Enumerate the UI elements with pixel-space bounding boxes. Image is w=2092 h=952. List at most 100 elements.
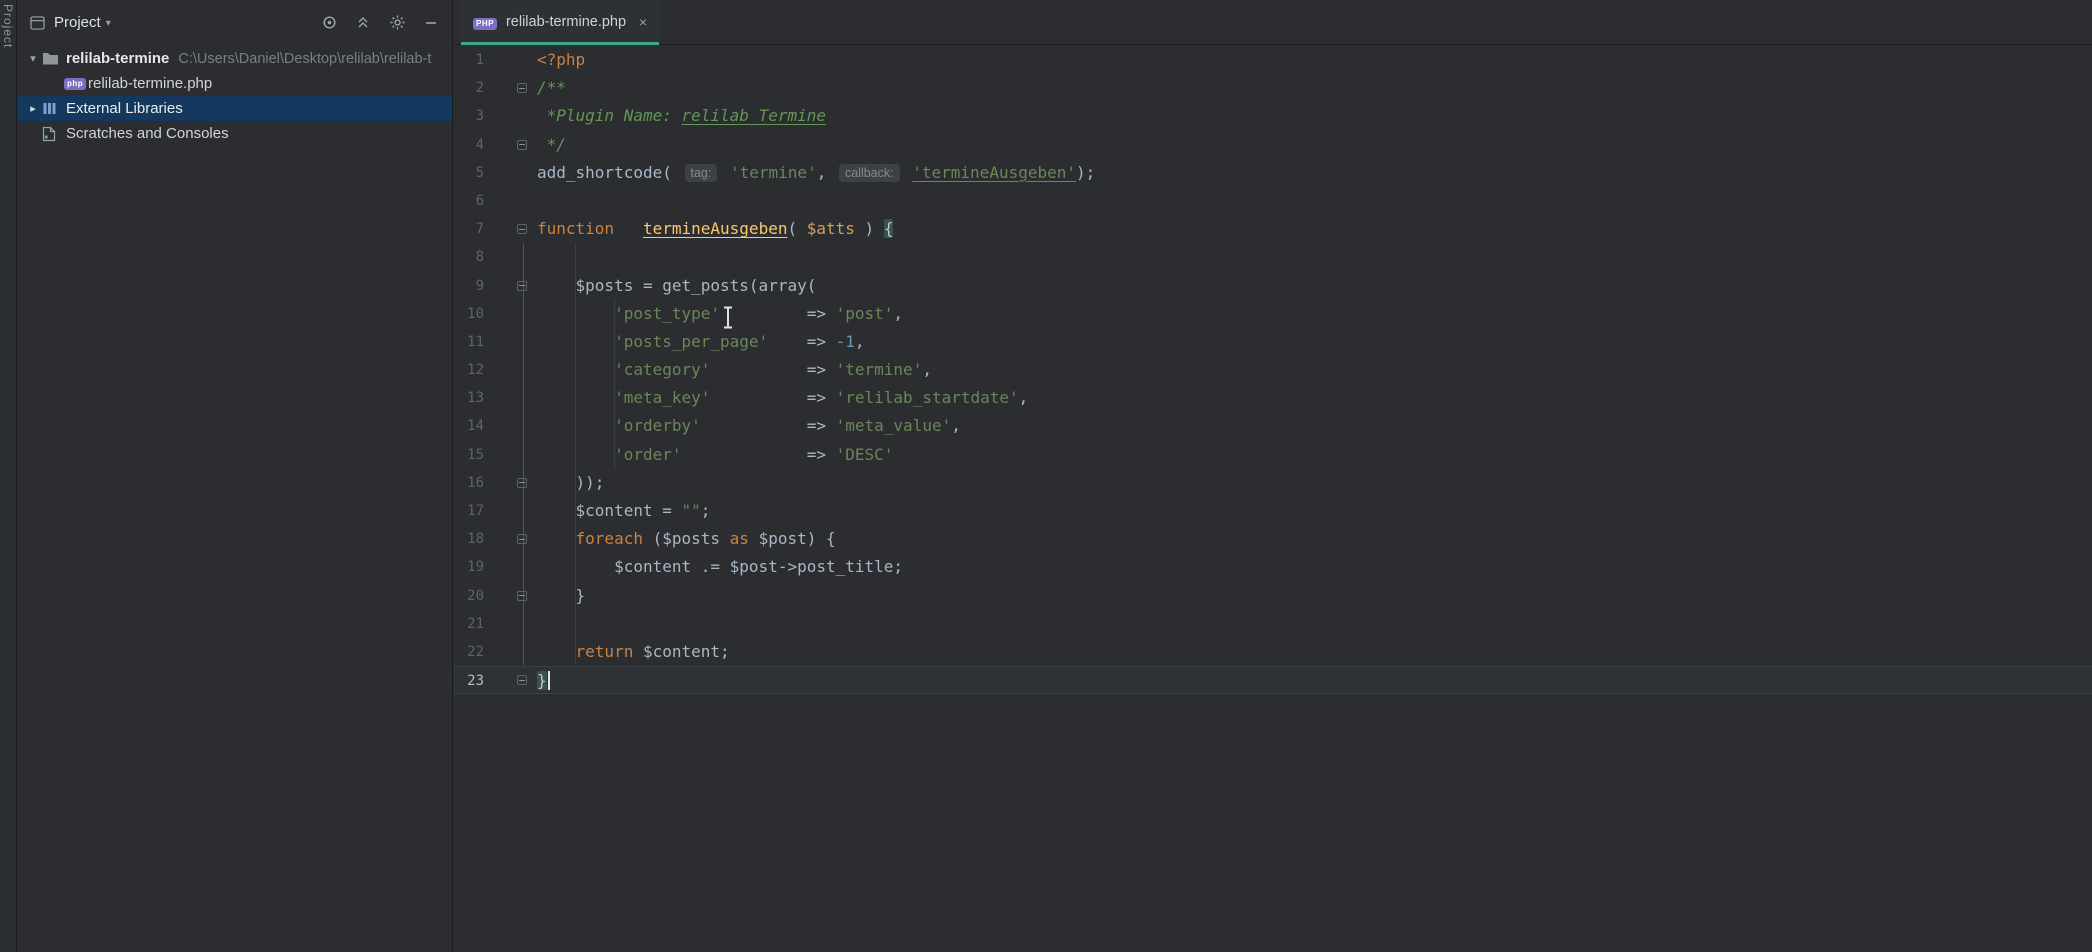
code-line[interactable]: 5add_shortcode( tag: 'termine', callback… xyxy=(454,159,2092,187)
fold-marker-icon[interactable] xyxy=(517,675,527,685)
editor-tab-bar: PHP relilab-termine.php × xyxy=(454,0,2092,45)
code-line[interactable]: 1<?php xyxy=(454,46,2092,74)
code-line[interactable]: 11 'posts_per_page' => -1, xyxy=(454,328,2092,356)
collapse-all-icon[interactable] xyxy=(354,14,372,32)
code-line[interactable]: 4 */ xyxy=(454,131,2092,159)
gutter[interactable] xyxy=(484,582,537,610)
line-number[interactable]: 12 xyxy=(454,356,484,384)
chevron-icon[interactable]: ▾ xyxy=(24,52,42,65)
line-number[interactable]: 13 xyxy=(454,384,484,412)
chevron-icon[interactable]: ▸ xyxy=(24,102,42,115)
gutter[interactable] xyxy=(484,102,537,130)
gutter[interactable] xyxy=(484,497,537,525)
code-line[interactable]: 19 $content .= $post->post_title; xyxy=(454,553,2092,581)
line-number[interactable]: 21 xyxy=(454,610,484,638)
code-line[interactable]: 13 'meta_key' => 'relilab_startdate', xyxy=(454,384,2092,412)
settings-gear-icon[interactable] xyxy=(388,14,406,32)
code-line[interactable]: 9 $posts = get_posts(array( xyxy=(454,272,2092,300)
gutter[interactable] xyxy=(484,553,537,581)
project-panel-header: Project ▾ xyxy=(18,0,452,45)
line-number[interactable]: 18 xyxy=(454,525,484,553)
line-number[interactable]: 1 xyxy=(454,46,484,74)
fold-marker-icon[interactable] xyxy=(517,534,527,544)
gutter[interactable] xyxy=(484,667,537,693)
code-line[interactable]: 15 'order' => 'DESC' xyxy=(454,441,2092,469)
library-icon xyxy=(42,101,64,116)
gutter[interactable] xyxy=(484,46,537,74)
code-line[interactable]: 8 xyxy=(454,243,2092,271)
gutter[interactable] xyxy=(484,74,537,102)
fold-marker-icon[interactable] xyxy=(517,591,527,601)
code-text: )); xyxy=(537,469,2092,497)
gutter[interactable] xyxy=(484,412,537,440)
gutter[interactable] xyxy=(484,272,537,300)
line-number[interactable]: 16 xyxy=(454,469,484,497)
code-line[interactable]: 10 'post_type' => 'post', xyxy=(454,300,2092,328)
code-area[interactable]: 1<?php2/**3 *Plugin Name: relilab Termin… xyxy=(454,45,2092,694)
code-line[interactable]: 6 xyxy=(454,187,2092,215)
code-text: $content .= $post->post_title; xyxy=(537,553,2092,581)
line-number[interactable]: 2 xyxy=(454,74,484,102)
gutter[interactable] xyxy=(484,300,537,328)
gutter[interactable] xyxy=(484,215,537,243)
code-line[interactable]: 18 foreach ($posts as $post) { xyxy=(454,525,2092,553)
code-line[interactable]: 20 } xyxy=(454,582,2092,610)
gutter[interactable] xyxy=(484,525,537,553)
code-line[interactable]: 22 return $content; xyxy=(454,638,2092,666)
locate-file-icon[interactable] xyxy=(320,14,338,32)
line-number[interactable]: 20 xyxy=(454,582,484,610)
gutter[interactable] xyxy=(484,328,537,356)
code-line[interactable]: 23} xyxy=(454,666,2092,694)
fold-marker-icon[interactable] xyxy=(517,281,527,291)
code-line[interactable]: 16 )); xyxy=(454,469,2092,497)
project-panel-title[interactable]: Project xyxy=(54,14,101,31)
line-number[interactable]: 10 xyxy=(454,300,484,328)
gutter[interactable] xyxy=(484,243,537,271)
line-number[interactable]: 19 xyxy=(454,553,484,581)
code-line[interactable]: 17 $content = ""; xyxy=(454,497,2092,525)
line-number[interactable]: 7 xyxy=(454,215,484,243)
fold-marker-icon[interactable] xyxy=(517,83,527,93)
gutter[interactable] xyxy=(484,187,537,215)
line-number[interactable]: 6 xyxy=(454,187,484,215)
code-line[interactable]: 12 'category' => 'termine', xyxy=(454,356,2092,384)
code-line[interactable]: 14 'orderby' => 'meta_value', xyxy=(454,412,2092,440)
line-number[interactable]: 4 xyxy=(454,131,484,159)
line-number[interactable]: 17 xyxy=(454,497,484,525)
gutter[interactable] xyxy=(484,384,537,412)
chevron-down-icon[interactable]: ▾ xyxy=(106,18,111,29)
gutter[interactable] xyxy=(484,159,537,187)
tree-item-relilab-termine[interactable]: ▾relilab-termineC:\Users\Daniel\Desktop\… xyxy=(18,46,452,71)
line-number[interactable]: 3 xyxy=(454,102,484,130)
line-number[interactable]: 5 xyxy=(454,159,484,187)
code-line[interactable]: 21 xyxy=(454,610,2092,638)
close-tab-icon[interactable]: × xyxy=(639,14,647,30)
gutter[interactable] xyxy=(484,638,537,666)
gutter[interactable] xyxy=(484,610,537,638)
gutter[interactable] xyxy=(484,441,537,469)
tab-relilab-termine-php[interactable]: PHP relilab-termine.php × xyxy=(461,0,659,44)
project-stripe-button[interactable]: Project xyxy=(1,4,15,48)
line-number[interactable]: 8 xyxy=(454,243,484,271)
gutter[interactable] xyxy=(484,469,537,497)
line-number[interactable]: 23 xyxy=(454,667,484,693)
line-number[interactable]: 22 xyxy=(454,638,484,666)
fold-marker-icon[interactable] xyxy=(517,224,527,234)
line-number[interactable]: 14 xyxy=(454,412,484,440)
fold-marker-icon[interactable] xyxy=(517,478,527,488)
line-number[interactable]: 11 xyxy=(454,328,484,356)
code-text: 'posts_per_page' => -1, xyxy=(537,328,2092,356)
hide-panel-icon[interactable] xyxy=(422,14,440,32)
line-number[interactable]: 15 xyxy=(454,441,484,469)
line-number[interactable]: 9 xyxy=(454,272,484,300)
tree-item-relilab-termine-php[interactable]: phprelilab-termine.php xyxy=(18,71,452,96)
gutter[interactable] xyxy=(484,131,537,159)
tree-item-scratches-and-consoles[interactable]: Scratches and Consoles xyxy=(18,121,452,146)
gutter[interactable] xyxy=(484,356,537,384)
code-line[interactable]: 3 *Plugin Name: relilab Termine xyxy=(454,102,2092,130)
code-line[interactable]: 7function termineAusgeben( $atts ) { xyxy=(454,215,2092,243)
fold-marker-icon[interactable] xyxy=(517,140,527,150)
tree-item-external-libraries[interactable]: ▸External Libraries xyxy=(18,96,452,121)
code-line[interactable]: 2/** xyxy=(454,74,2092,102)
php-icon: php xyxy=(64,78,86,90)
